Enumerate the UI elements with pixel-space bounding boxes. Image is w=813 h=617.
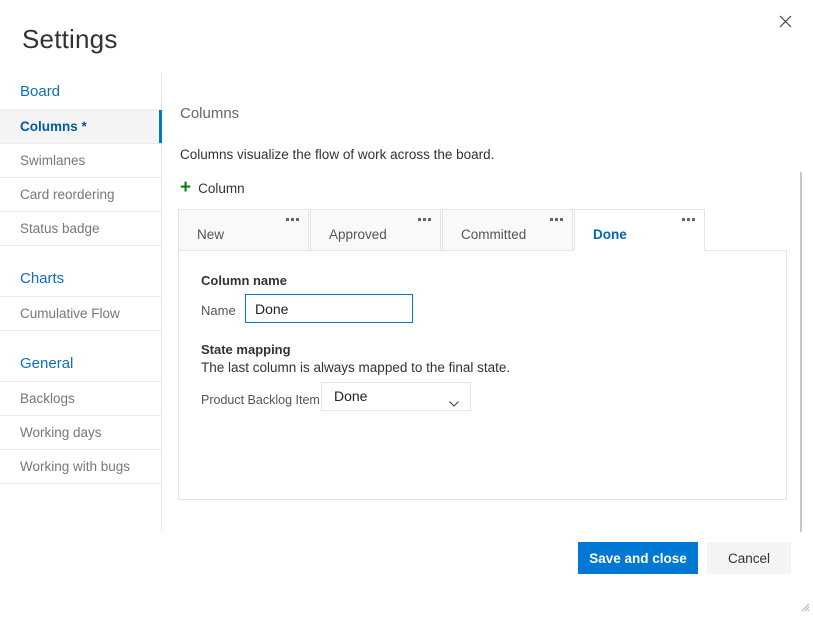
column-name-section-label: Column name xyxy=(201,273,287,288)
ellipsis-icon[interactable] xyxy=(550,218,563,221)
main-content: Columns Columns visualize the flow of wo… xyxy=(162,73,796,531)
backlog-item-label: Product Backlog Item xyxy=(201,393,320,407)
close-icon xyxy=(779,15,792,28)
name-field-label: Name xyxy=(201,303,236,318)
ellipsis-icon[interactable] xyxy=(418,218,431,221)
sidebar-item-card-reordering[interactable]: Card reordering xyxy=(0,177,161,211)
sidebar-group-charts: Charts xyxy=(0,260,161,296)
page-title: Settings xyxy=(22,24,118,55)
content-description: Columns visualize the flow of work acros… xyxy=(180,147,494,162)
sidebar-item-label: Swimlanes xyxy=(20,153,85,168)
sidebar-item-label: Columns * xyxy=(20,119,87,134)
state-select-value: Done xyxy=(334,388,367,404)
sidebar-item-working-with-bugs[interactable]: Working with bugs xyxy=(0,449,161,483)
sidebar-group-board: Board xyxy=(0,73,161,109)
tab-committed[interactable]: Committed xyxy=(442,209,573,251)
plus-icon: + xyxy=(180,178,191,197)
save-and-close-button[interactable]: Save and close xyxy=(578,542,698,574)
sidebar-item-label: Backlogs xyxy=(20,391,75,406)
name-input[interactable] xyxy=(245,294,413,323)
tab-label: Committed xyxy=(461,227,526,242)
sidebar-item-label: Working days xyxy=(20,425,102,440)
tab-approved[interactable]: Approved xyxy=(310,209,441,251)
sidebar-item-working-days[interactable]: Working days xyxy=(0,415,161,449)
chevron-down-icon xyxy=(449,394,459,400)
column-tabs: New Approved Committed Done xyxy=(178,209,787,251)
ellipsis-icon[interactable] xyxy=(286,218,299,221)
content-scrollbar-thumb[interactable] xyxy=(800,172,802,532)
sidebar-item-status-badge[interactable]: Status badge xyxy=(0,211,161,245)
resize-grip-icon[interactable] xyxy=(798,599,810,611)
content-heading: Columns xyxy=(180,105,239,122)
state-mapping-section-label: State mapping xyxy=(201,342,291,357)
sidebar-item-swimlanes[interactable]: Swimlanes xyxy=(0,143,161,177)
close-button[interactable] xyxy=(769,6,801,36)
sidebar-item-label: Working with bugs xyxy=(20,459,130,474)
sidebar-item-label: Status badge xyxy=(20,221,100,236)
settings-sidebar: Board Columns * Swimlanes Card reorderin… xyxy=(0,73,162,531)
tab-label: Done xyxy=(593,227,627,242)
sidebar-group-general: General xyxy=(0,345,161,381)
state-mapping-select[interactable]: Done xyxy=(321,382,471,411)
sidebar-item-label: Card reordering xyxy=(20,187,115,202)
dialog-footer: Save and close Cancel xyxy=(0,531,813,614)
add-column-button[interactable]: + Column xyxy=(180,179,245,198)
cancel-button[interactable]: Cancel xyxy=(707,542,791,574)
sidebar-divider xyxy=(0,245,161,260)
column-form-panel: Column name Name State mapping The last … xyxy=(178,250,787,500)
tab-label: New xyxy=(197,227,224,242)
sidebar-item-backlogs[interactable]: Backlogs xyxy=(0,381,161,415)
sidebar-divider xyxy=(0,330,161,345)
sidebar-divider xyxy=(0,483,161,484)
add-column-label: Column xyxy=(198,181,245,196)
content-scrollbar[interactable] xyxy=(797,172,805,532)
ellipsis-icon[interactable] xyxy=(682,218,695,221)
sidebar-item-label: Cumulative Flow xyxy=(20,306,120,321)
tab-done[interactable]: Done xyxy=(574,209,705,251)
state-mapping-note: The last column is always mapped to the … xyxy=(201,360,510,375)
sidebar-item-cumulative-flow[interactable]: Cumulative Flow xyxy=(0,296,161,330)
tab-label: Approved xyxy=(329,227,387,242)
tab-strip-filler xyxy=(706,209,787,251)
tab-new[interactable]: New xyxy=(178,209,309,251)
sidebar-item-columns[interactable]: Columns * xyxy=(0,109,161,143)
